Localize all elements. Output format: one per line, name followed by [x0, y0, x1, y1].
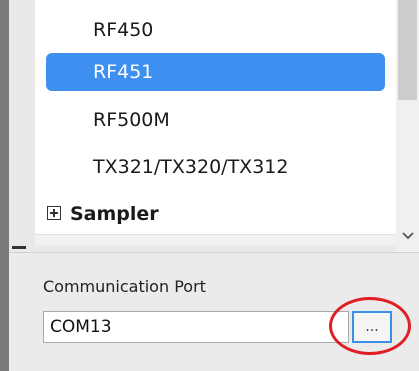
window-left-border [0, 0, 9, 371]
next-node-expander-icon[interactable] [12, 246, 26, 249]
scrollbar-thumb[interactable] [398, 0, 417, 100]
tree-separator [35, 234, 396, 245]
scroll-down-button[interactable] [396, 222, 419, 250]
vertical-scrollbar[interactable] [396, 0, 419, 252]
device-item-tx321[interactable]: TX321/TX320/TX312 [46, 148, 385, 186]
device-settings-window: RF450 RF451 RF500M TX321/TX320/TX312 Sam… [0, 0, 419, 371]
device-item-rf450[interactable]: RF450 [46, 11, 385, 49]
communication-port-label: Communication Port [43, 277, 206, 296]
device-list: RF450 RF451 RF500M TX321/TX320/TX312 [35, 0, 396, 194]
tree-node-sampler[interactable]: Sampler [35, 194, 396, 234]
tree-node-label: Sampler [70, 203, 159, 225]
expand-plus-icon[interactable] [47, 206, 61, 220]
chevron-down-icon [401, 232, 414, 240]
device-item-rf451[interactable]: RF451 [46, 53, 385, 91]
browse-port-button[interactable]: ... [352, 311, 392, 343]
communication-panel: Communication Port ... [9, 252, 419, 371]
communication-port-input[interactable] [43, 311, 349, 343]
device-item-rf500m[interactable]: RF500M [46, 101, 385, 139]
